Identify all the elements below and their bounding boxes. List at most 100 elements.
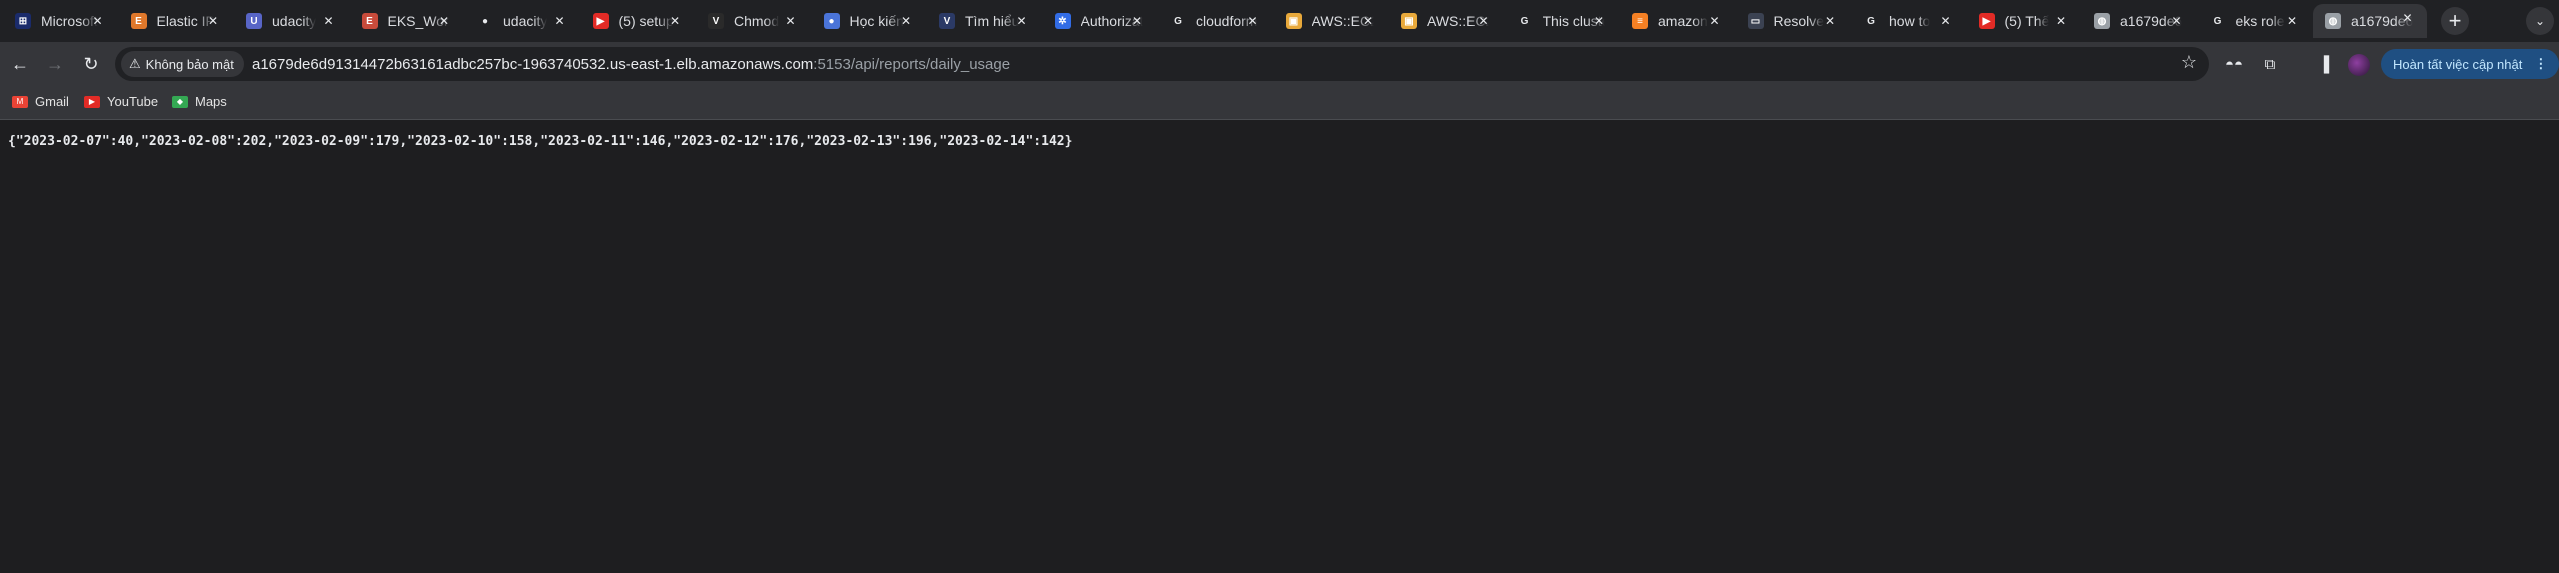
tab-title: how to: [1889, 13, 1931, 29]
tab-title: Resolve: [1773, 13, 1825, 29]
update-button[interactable]: Hoàn tất việc cập nhật ⋮: [2381, 49, 2559, 79]
close-tab-icon[interactable]: ✕: [1937, 12, 1955, 30]
google-icon: G: [1174, 15, 1182, 27]
close-tab-icon[interactable]: ✕: [782, 12, 800, 30]
stackoverflow-icon: ≡: [1632, 13, 1648, 29]
udacity-icon: U: [246, 13, 262, 29]
close-tab-icon[interactable]: ✕: [551, 12, 569, 30]
tab-search-button[interactable]: ⌄: [2526, 7, 2554, 35]
tab-7[interactable]: V Chmod ✕: [696, 7, 810, 35]
spy-glasses-icon: ◓◓: [2224, 55, 2244, 73]
bookmark-label: Gmail: [35, 94, 69, 109]
arrow-right-icon: →: [46, 53, 64, 74]
aws-box-icon: ▣: [1285, 13, 1302, 29]
profile-avatar[interactable]: [2348, 54, 2370, 76]
maps-icon: ◆: [172, 95, 188, 108]
tab-6[interactable]: ▶ (5) setup ✕: [581, 7, 695, 35]
tab-11[interactable]: Gcloudformation✕: [1158, 7, 1272, 35]
close-tab-icon[interactable]: ✕: [1590, 12, 1608, 30]
microsoft-icon: ⊞: [15, 13, 31, 29]
kubernetes-icon: ✲: [1054, 13, 1071, 29]
close-tab-icon[interactable]: ✕: [2052, 12, 2070, 30]
blue-circle-icon: ●: [823, 13, 840, 29]
bookmarks-bar: M Gmail ▶ YouTube ◆ Maps: [0, 86, 2559, 120]
close-tab-icon[interactable]: ✕: [320, 12, 338, 30]
bookmark-gmail[interactable]: M Gmail: [12, 94, 69, 109]
globe-icon: ◍: [2325, 13, 2341, 29]
tab-9[interactable]: V Tìm hiểu ✕: [927, 7, 1041, 35]
tab-20[interactable]: Geks role ✕: [2198, 7, 2312, 35]
close-tab-icon[interactable]: ✕: [1244, 12, 1262, 30]
tab-15[interactable]: ≡ amazon ✕: [1620, 7, 1734, 35]
tab-5[interactable]: ● udacity ✕: [465, 7, 579, 35]
url-text[interactable]: a1679de6d91314472b63161adbc257bc-1963740…: [252, 56, 1010, 73]
new-tab-button[interactable]: +: [2441, 7, 2469, 35]
tab-title: Học kiến: [849, 13, 904, 29]
tab-title: udacity: [503, 13, 548, 29]
gmail-icon: M: [12, 95, 28, 108]
google-icon: G: [1867, 15, 1875, 27]
close-tab-icon[interactable]: ✕: [1821, 12, 1839, 30]
incognito-extension-button[interactable]: ◓◓: [2220, 50, 2248, 78]
side-panel-button[interactable]: ▐: [2310, 50, 2338, 78]
tab-4[interactable]: EEKS_Workshop✕: [350, 7, 464, 35]
puzzle-icon: ⧉: [2264, 55, 2276, 73]
close-tab-icon[interactable]: ✕: [435, 12, 453, 30]
youtube-icon: ▶: [84, 95, 100, 108]
bookmark-youtube[interactable]: ▶ YouTube: [84, 94, 158, 109]
tab-16[interactable]: ▭ Resolve ✕: [1736, 7, 1850, 35]
aws-elastic-icon: E: [130, 13, 147, 29]
more-menu-icon: ⋮: [2534, 56, 2548, 71]
tab-17[interactable]: Ghow to ✕: [1851, 7, 1965, 35]
globe-icon: ◍: [2094, 13, 2110, 29]
tab-13[interactable]: ▣ AWS::EC2 ✕: [1389, 7, 1503, 35]
bookmark-label: YouTube: [107, 94, 159, 109]
google-icon: G: [2213, 15, 2222, 27]
reload-button[interactable]: ↻: [77, 50, 105, 78]
github-icon: ●: [481, 15, 489, 27]
viblo-icon: V: [939, 13, 955, 29]
warning-icon: ⚠: [129, 56, 141, 71]
security-chip-label: Không bảo mật: [145, 56, 234, 72]
aws-box-icon: ▣: [1401, 13, 1417, 29]
close-tab-icon[interactable]: ✕: [1128, 12, 1146, 30]
tab-12[interactable]: ▣ AWS::EC2 ✕: [1274, 7, 1388, 35]
tab-2[interactable]: E Elastic IP ✕: [119, 7, 233, 35]
close-tab-icon[interactable]: ✕: [204, 12, 222, 30]
tab-title: udacity: [272, 13, 317, 29]
close-tab-icon[interactable]: ✕: [897, 12, 915, 30]
security-chip[interactable]: ⚠ Không bảo mật: [121, 51, 244, 77]
close-tab-icon[interactable]: ✕: [2168, 12, 2186, 30]
close-tab-icon[interactable]: ✕: [1475, 12, 1493, 30]
tab-18[interactable]: ▶ (5) Thế ✕: [1967, 7, 2081, 35]
tab-3[interactable]: Uudacity ✕: [234, 7, 348, 35]
close-tab-icon[interactable]: ✕: [666, 12, 684, 30]
tab-14[interactable]: GThis cluster✕: [1505, 7, 1619, 35]
tab-10[interactable]: ✲Authorization✕: [1043, 7, 1157, 35]
arrow-left-icon: ←: [11, 53, 29, 74]
bookmark-star-icon[interactable]: ☆: [2181, 52, 2197, 73]
update-label: Hoàn tất việc cập nhật: [2393, 56, 2523, 72]
extensions-button[interactable]: ⧉: [2256, 50, 2284, 78]
eks-icon: E: [361, 13, 378, 29]
forward-button[interactable]: →: [41, 50, 69, 78]
tab-21[interactable]: ◍ a1679de6 ✕: [2313, 4, 2427, 38]
tab-title: Tìm hiểu: [965, 13, 1020, 29]
tab-19[interactable]: ◍ a1679de6 ✕: [2082, 7, 2196, 35]
address-bar[interactable]: ⚠ Không bảo mật a1679de6d91314472b63161a…: [115, 47, 2209, 81]
back-button[interactable]: ←: [6, 50, 34, 78]
close-tab-icon[interactable]: ✕: [1706, 12, 1724, 30]
close-tab-icon[interactable]: ✕: [1359, 12, 1377, 30]
url-host: a1679de6d91314472b63161adbc257bc-1963740…: [252, 56, 814, 73]
tab-1[interactable]: ⊞ Microsoft ✕: [3, 7, 117, 35]
tab-title: eks role: [2235, 13, 2285, 29]
bookmark-label: Maps: [195, 94, 227, 109]
google-icon: G: [1520, 15, 1529, 27]
close-tab-icon[interactable]: ✕: [89, 12, 107, 30]
close-tab-icon[interactable]: ✕: [2283, 12, 2301, 30]
close-tab-icon[interactable]: ✕: [2399, 9, 2417, 27]
close-tab-icon[interactable]: ✕: [1013, 12, 1031, 30]
terminal-icon: ▭: [1747, 13, 1764, 29]
tab-8[interactable]: ● Học kiến ✕: [812, 7, 926, 35]
bookmark-maps[interactable]: ◆ Maps: [172, 94, 227, 109]
